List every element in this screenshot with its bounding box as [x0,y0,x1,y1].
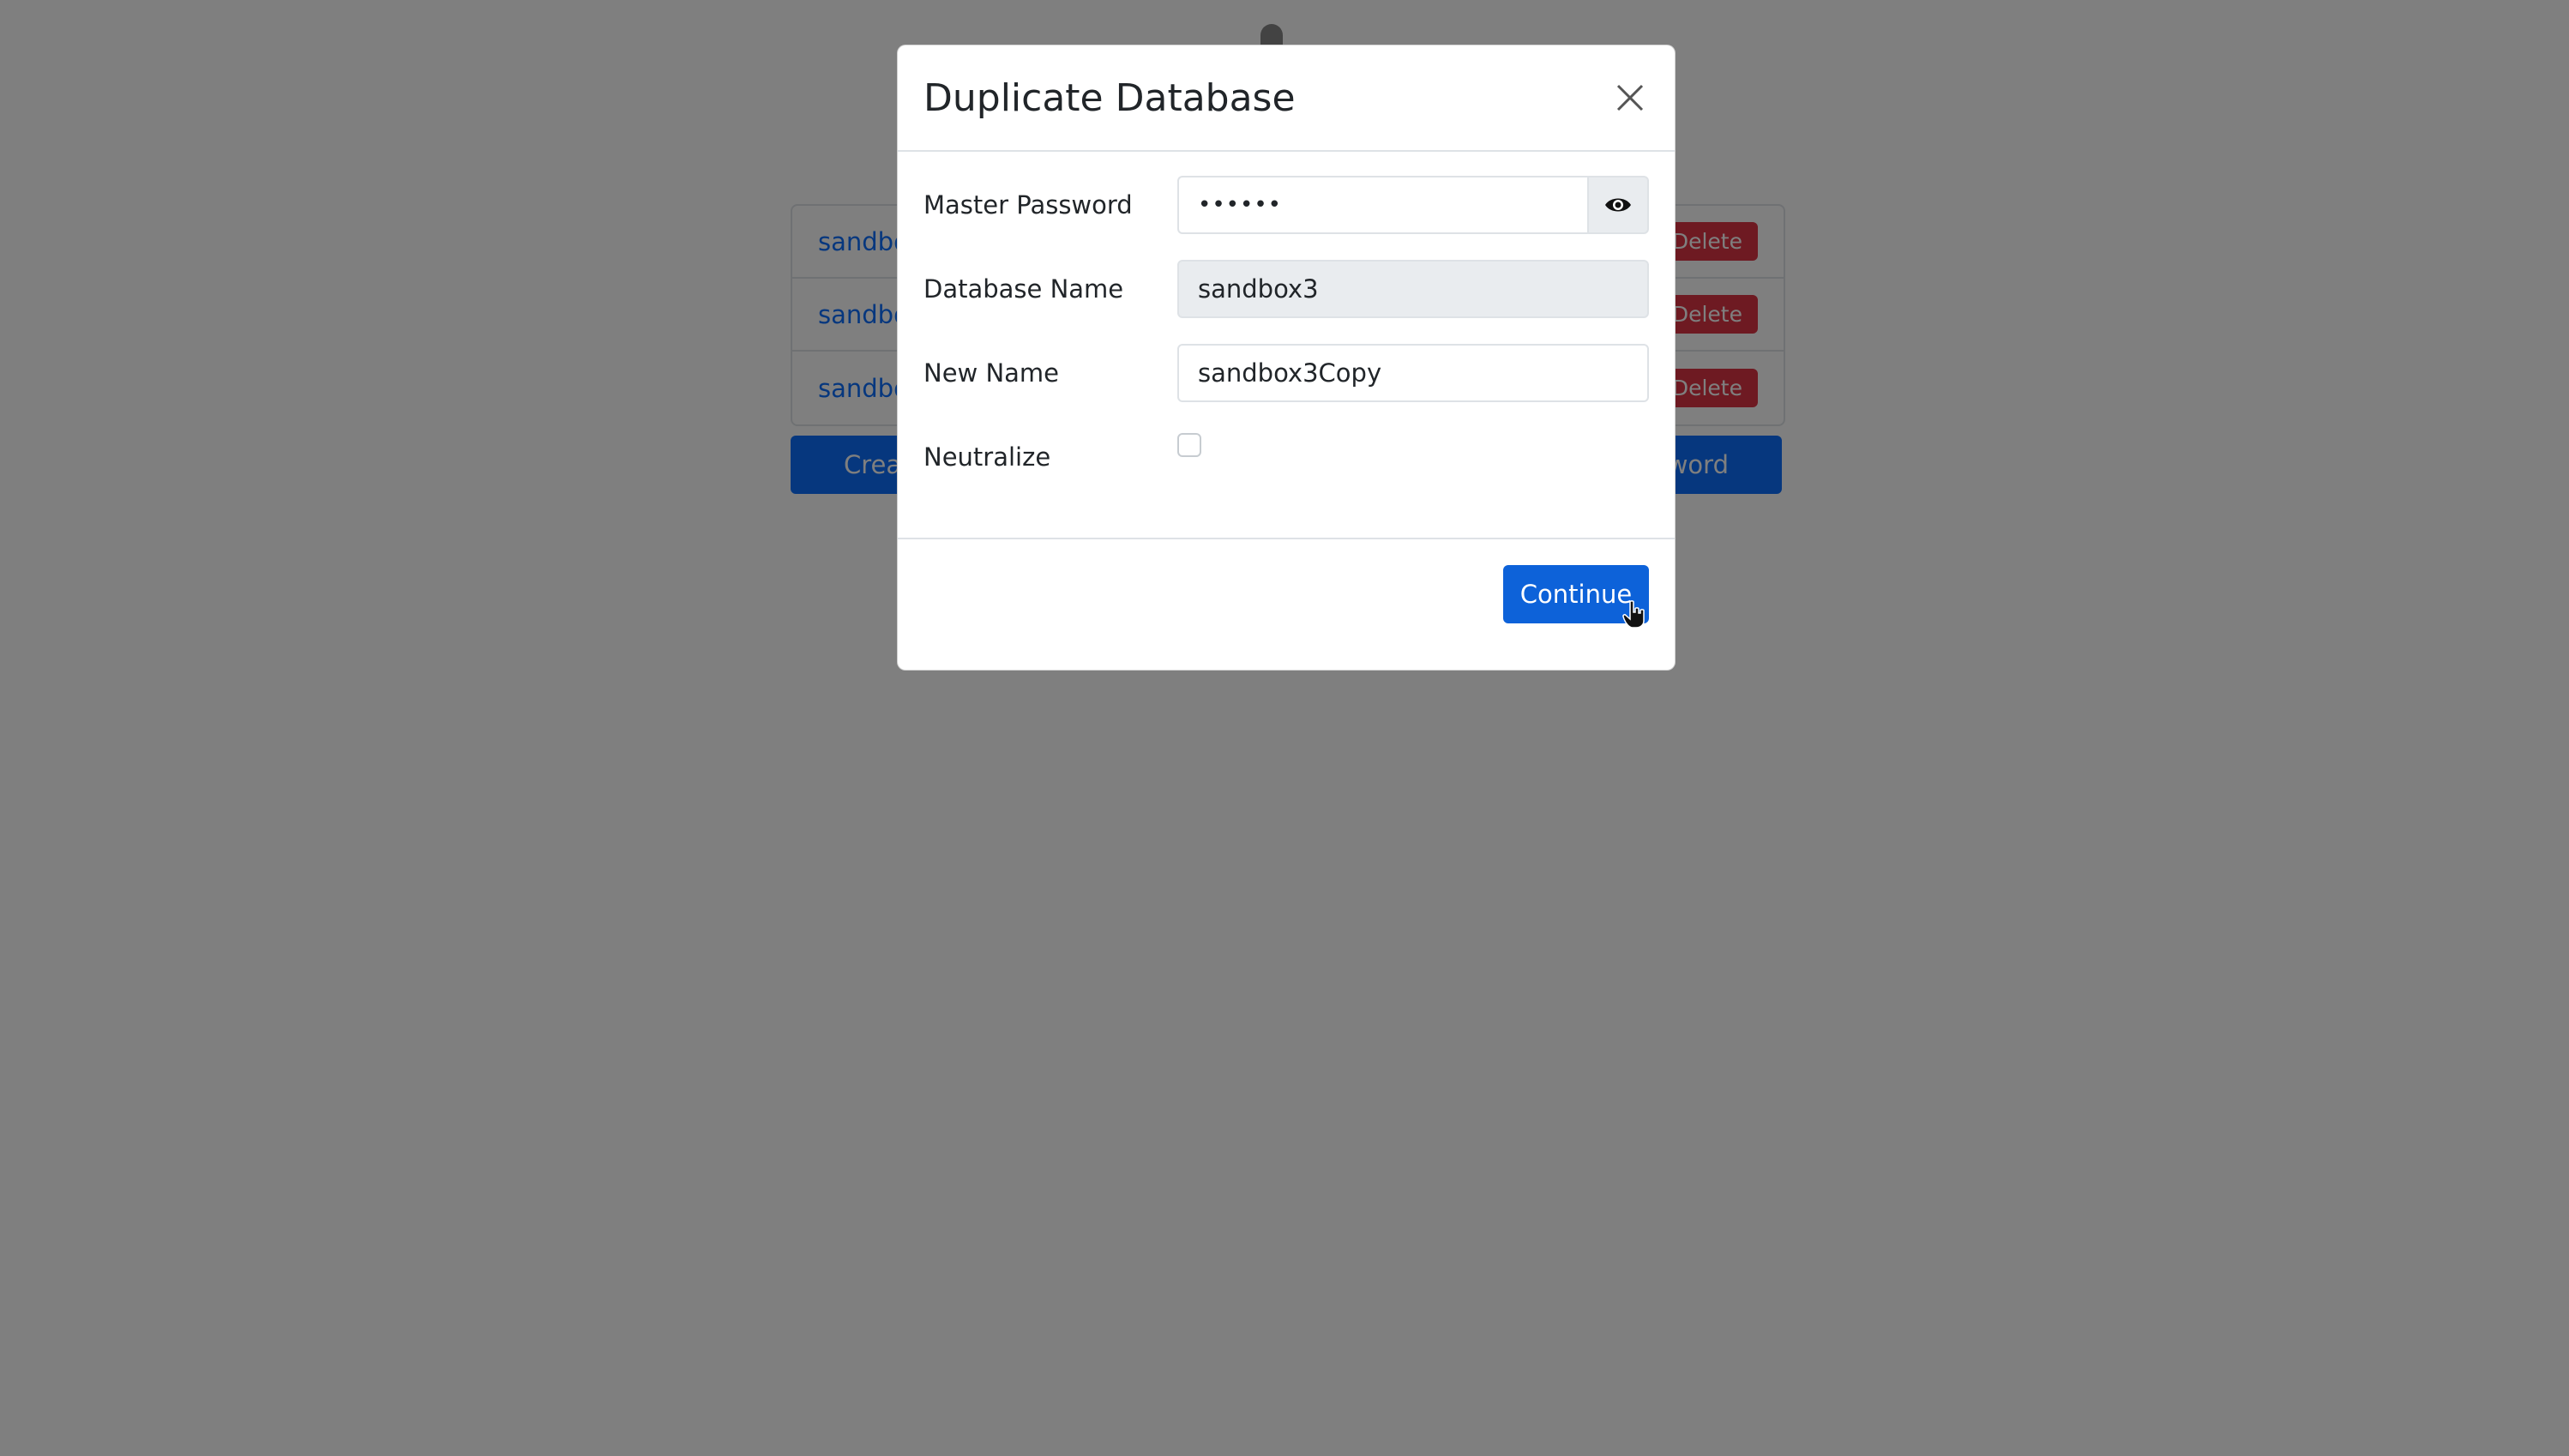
new-name-row: New Name sandbox3Copy [924,344,1649,402]
neutralize-row: Neutralize [924,428,1649,486]
new-name-input[interactable]: sandbox3Copy [1177,344,1649,402]
master-password-label: Master Password [924,190,1133,220]
database-name-group: sandbox3 [1177,260,1649,318]
eye-icon [1605,198,1631,212]
modal-body: Master Password •••••• Database Name san… [898,152,1675,495]
close-button[interactable] [1611,79,1649,117]
database-name-label: Database Name [924,274,1124,304]
modal-footer: Continue [898,538,1675,671]
master-password-row: Master Password •••••• [924,176,1649,234]
hand-pointer-icon [1622,600,1645,629]
modal-header: Duplicate Database [898,45,1675,152]
new-name-group: sandbox3Copy [1177,344,1649,402]
master-password-group: •••••• [1177,176,1649,234]
duplicate-database-dialog: Duplicate Database Master Password •••••… [897,45,1676,671]
neutralize-checkbox[interactable] [1177,433,1201,457]
toggle-password-button[interactable] [1587,176,1649,234]
close-icon [1616,84,1644,111]
database-name-row: Database Name sandbox3 [924,260,1649,318]
database-name-field: sandbox3 [1177,260,1649,318]
new-name-label: New Name [924,358,1060,388]
neutralize-label: Neutralize [924,442,1051,472]
master-password-input[interactable]: •••••• [1177,176,1587,234]
modal-title: Duplicate Database [924,75,1296,120]
